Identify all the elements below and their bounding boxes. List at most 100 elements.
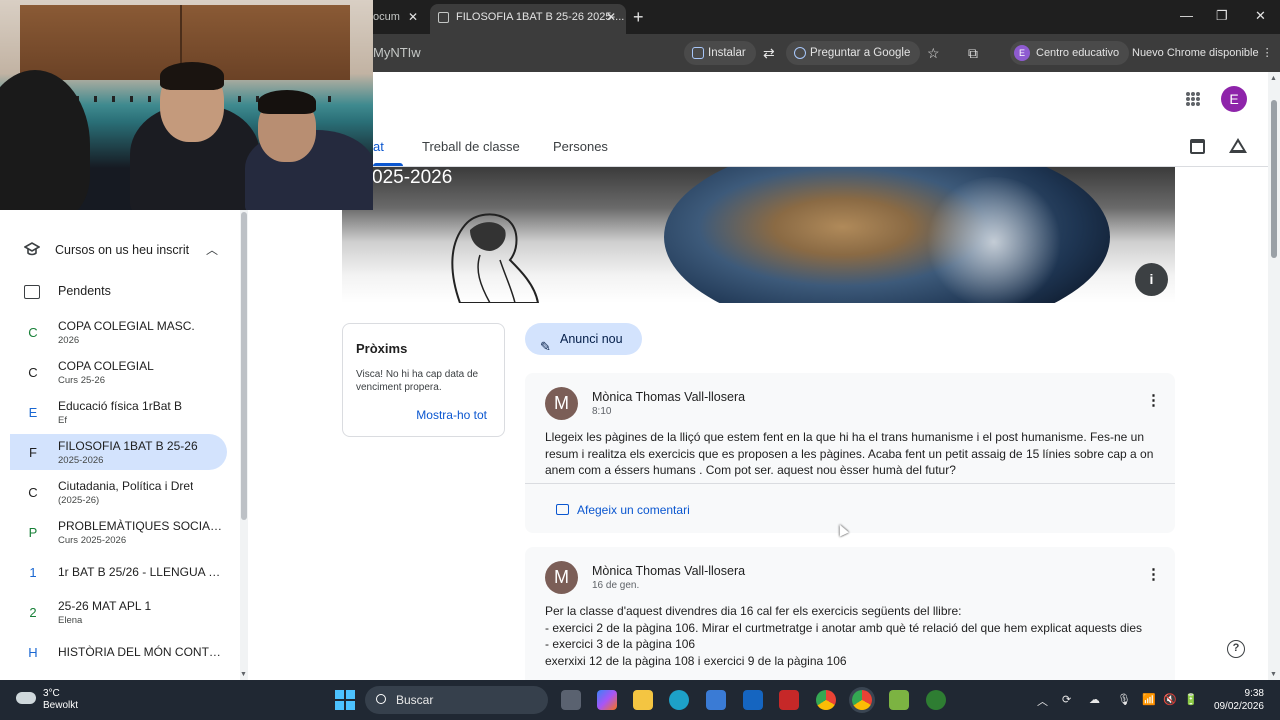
- close-window-icon[interactable]: ✕: [1255, 8, 1266, 24]
- course-name: FILOSOFIA 1BAT B 25-26: [58, 439, 198, 453]
- drive-icon[interactable]: [1229, 138, 1247, 153]
- search-label: Buscar: [396, 693, 434, 707]
- chrome-profile-icon[interactable]: [852, 690, 872, 710]
- author-avatar: M: [545, 561, 578, 594]
- sync-icon[interactable]: ⟳: [1062, 693, 1071, 706]
- battery-icon[interactable]: 🔋: [1184, 693, 1198, 706]
- install-button[interactable]: Instalar: [684, 41, 756, 65]
- scroll-up-arrow-icon[interactable]: ▲: [1270, 75, 1277, 82]
- chevron-up-icon[interactable]: ︿: [206, 241, 218, 258]
- post-options-icon[interactable]: ⋮: [1146, 393, 1161, 408]
- microphone-icon[interactable]: 🎙: [1117, 693, 1131, 706]
- calendar-icon[interactable]: [1190, 139, 1205, 154]
- ask-google-button[interactable]: Preguntar a Google: [786, 41, 921, 65]
- taskbar-search[interactable]: Buscar: [365, 686, 548, 714]
- course-initial: C: [28, 325, 38, 340]
- sidebar-course-item[interactable]: C Ciutadania, Política i Dret (2025-26): [10, 474, 227, 510]
- sidebar-course-item[interactable]: 1 1r BAT B 25/26 - LLENGUA C...: [10, 554, 227, 590]
- volume-muted-icon[interactable]: 🔇: [1163, 693, 1177, 706]
- user-avatar[interactable]: E: [1221, 86, 1247, 112]
- tab-title: FILOSOFIA 1BAT B 25-26 2025-...: [456, 11, 625, 23]
- enrolled-courses-header[interactable]: Cursos on us heu inscrit ︿: [0, 238, 240, 264]
- course-name: 25-26 MAT APL 1: [58, 599, 152, 613]
- task-view-icon[interactable]: [561, 690, 581, 710]
- app-icon[interactable]: [926, 690, 946, 710]
- post-author: Mònica Thomas Vall-llosera: [592, 564, 746, 578]
- search-icon: [376, 694, 386, 704]
- copilot-icon[interactable]: [597, 690, 617, 710]
- sidebar-course-item[interactable]: C COPA COLEGIAL MASC. 2026: [10, 314, 227, 350]
- close-tab-icon[interactable]: ✕: [408, 6, 418, 28]
- bookmark-star-icon[interactable]: ☆: [927, 45, 940, 61]
- security-app-icon[interactable]: [779, 690, 799, 710]
- new-chrome-available-button[interactable]: Nuevo Chrome disponible ⋮: [1126, 41, 1279, 65]
- sidebar-course-item[interactable]: F FILOSOFIA 1BAT B 25-26 2025-2026: [10, 434, 227, 470]
- lens-icon: [794, 47, 806, 59]
- close-tab-icon[interactable]: ✕: [606, 4, 616, 30]
- cloud-tray-icon[interactable]: ☁: [1089, 693, 1100, 706]
- sidebar-course-item[interactable]: H HISTÒRIA DEL MÓN CONTE...: [10, 634, 227, 670]
- profile-chip[interactable]: E Centro educativo: [1010, 41, 1130, 65]
- earth-image: [664, 167, 1110, 303]
- sidebar-course-item[interactable]: 2 25-26 MAT APL 1 Elena: [10, 594, 227, 630]
- person-right-hair: [258, 90, 316, 114]
- page-scrollbar[interactable]: ▲ ▼: [1268, 72, 1280, 680]
- wifi-icon[interactable]: 📶: [1142, 693, 1156, 706]
- extensions-icon[interactable]: ⧉: [968, 45, 978, 61]
- tab-title: ocum: [373, 11, 400, 23]
- course-name: COPA COLEGIAL MASC.: [58, 319, 195, 333]
- post-date: 8:10: [592, 406, 612, 417]
- app-icon[interactable]: [743, 690, 763, 710]
- chrome-icon[interactable]: [816, 690, 836, 710]
- course-initial: C: [28, 485, 38, 500]
- new-tab-button[interactable]: +: [633, 6, 644, 28]
- address-bar[interactable]: MyNTIw: [373, 45, 421, 60]
- sidebar-course-item[interactable]: P PROBLEMÀTIQUES SOCIAL... Curs 2025-2026: [10, 514, 227, 550]
- help-icon[interactable]: ?: [1227, 640, 1245, 658]
- pencil-icon: ✎: [540, 339, 551, 354]
- course-name: Ciutadania, Política i Dret: [58, 479, 194, 493]
- cloud-icon[interactable]: [16, 692, 36, 704]
- course-initial: C: [28, 365, 38, 380]
- post-options-icon[interactable]: ⋮: [1146, 567, 1161, 582]
- browser-tab-active[interactable]: FILOSOFIA 1BAT B 25-26 2025-... ✕: [430, 4, 626, 34]
- system-clock[interactable]: 9:38 09/02/2026: [1210, 687, 1264, 713]
- chevron-up-icon[interactable]: ︿: [1037, 693, 1048, 709]
- class-info-button[interactable]: i: [1135, 263, 1168, 296]
- windows-start-icon[interactable]: [335, 690, 355, 710]
- post-body-line: anem com a éssers humans . Com pot ser. …: [545, 463, 956, 478]
- course-name: HISTÒRIA DEL MÓN CONTE...: [58, 645, 223, 659]
- graduation-cap-icon: [24, 242, 40, 256]
- browser-tab-previous[interactable]: ocum ✕: [373, 6, 428, 34]
- maximize-icon[interactable]: ❐: [1216, 8, 1228, 24]
- file-explorer-icon[interactable]: [633, 690, 653, 710]
- google-apps-icon[interactable]: [1186, 92, 1200, 106]
- scroll-down-arrow-icon[interactable]: ▼: [1270, 671, 1277, 678]
- sidebar-item-pending[interactable]: Pendents: [58, 284, 111, 298]
- profile-label: Centro educativo: [1036, 47, 1120, 59]
- view-all-link[interactable]: Mostra-ho tot: [416, 408, 487, 422]
- course-subtitle: Elena: [58, 615, 83, 626]
- weather-widget[interactable]: 3°C Bewolkt: [43, 688, 78, 712]
- tab-classwork[interactable]: Treball de classe: [422, 139, 520, 154]
- more-vert-icon[interactable]: ⋮: [1262, 47, 1273, 59]
- upcoming-title: Pròxims: [356, 341, 408, 356]
- scrollbar-thumb[interactable]: [241, 212, 247, 520]
- store-icon[interactable]: [706, 690, 726, 710]
- app-icon[interactable]: [889, 690, 909, 710]
- edge-icon[interactable]: [669, 690, 689, 710]
- translate-icon[interactable]: ⇄: [763, 45, 775, 61]
- weather-condition: Bewolkt: [43, 700, 79, 711]
- add-comment-button[interactable]: Afegeix un comentari: [556, 503, 690, 517]
- sidebar-course-item[interactable]: C COPA COLEGIAL Curs 25-26: [10, 354, 227, 390]
- post-date: 16 de gen.: [592, 580, 640, 591]
- sidebar-course-item[interactable]: E Educació física 1rBat B Ef: [10, 394, 227, 430]
- tab-stream[interactable]: at: [373, 139, 384, 154]
- sidebar-scrollbar[interactable]: ▼: [240, 210, 248, 680]
- new-announcement-button[interactable]: ✎ Anunci nou: [525, 323, 642, 355]
- scroll-down-arrow-icon[interactable]: ▼: [240, 671, 247, 678]
- minimize-icon[interactable]: —: [1180, 8, 1193, 23]
- tab-people[interactable]: Persones: [553, 139, 608, 154]
- post-author: Mònica Thomas Vall-llosera: [592, 390, 746, 404]
- scrollbar-thumb[interactable]: [1271, 100, 1277, 258]
